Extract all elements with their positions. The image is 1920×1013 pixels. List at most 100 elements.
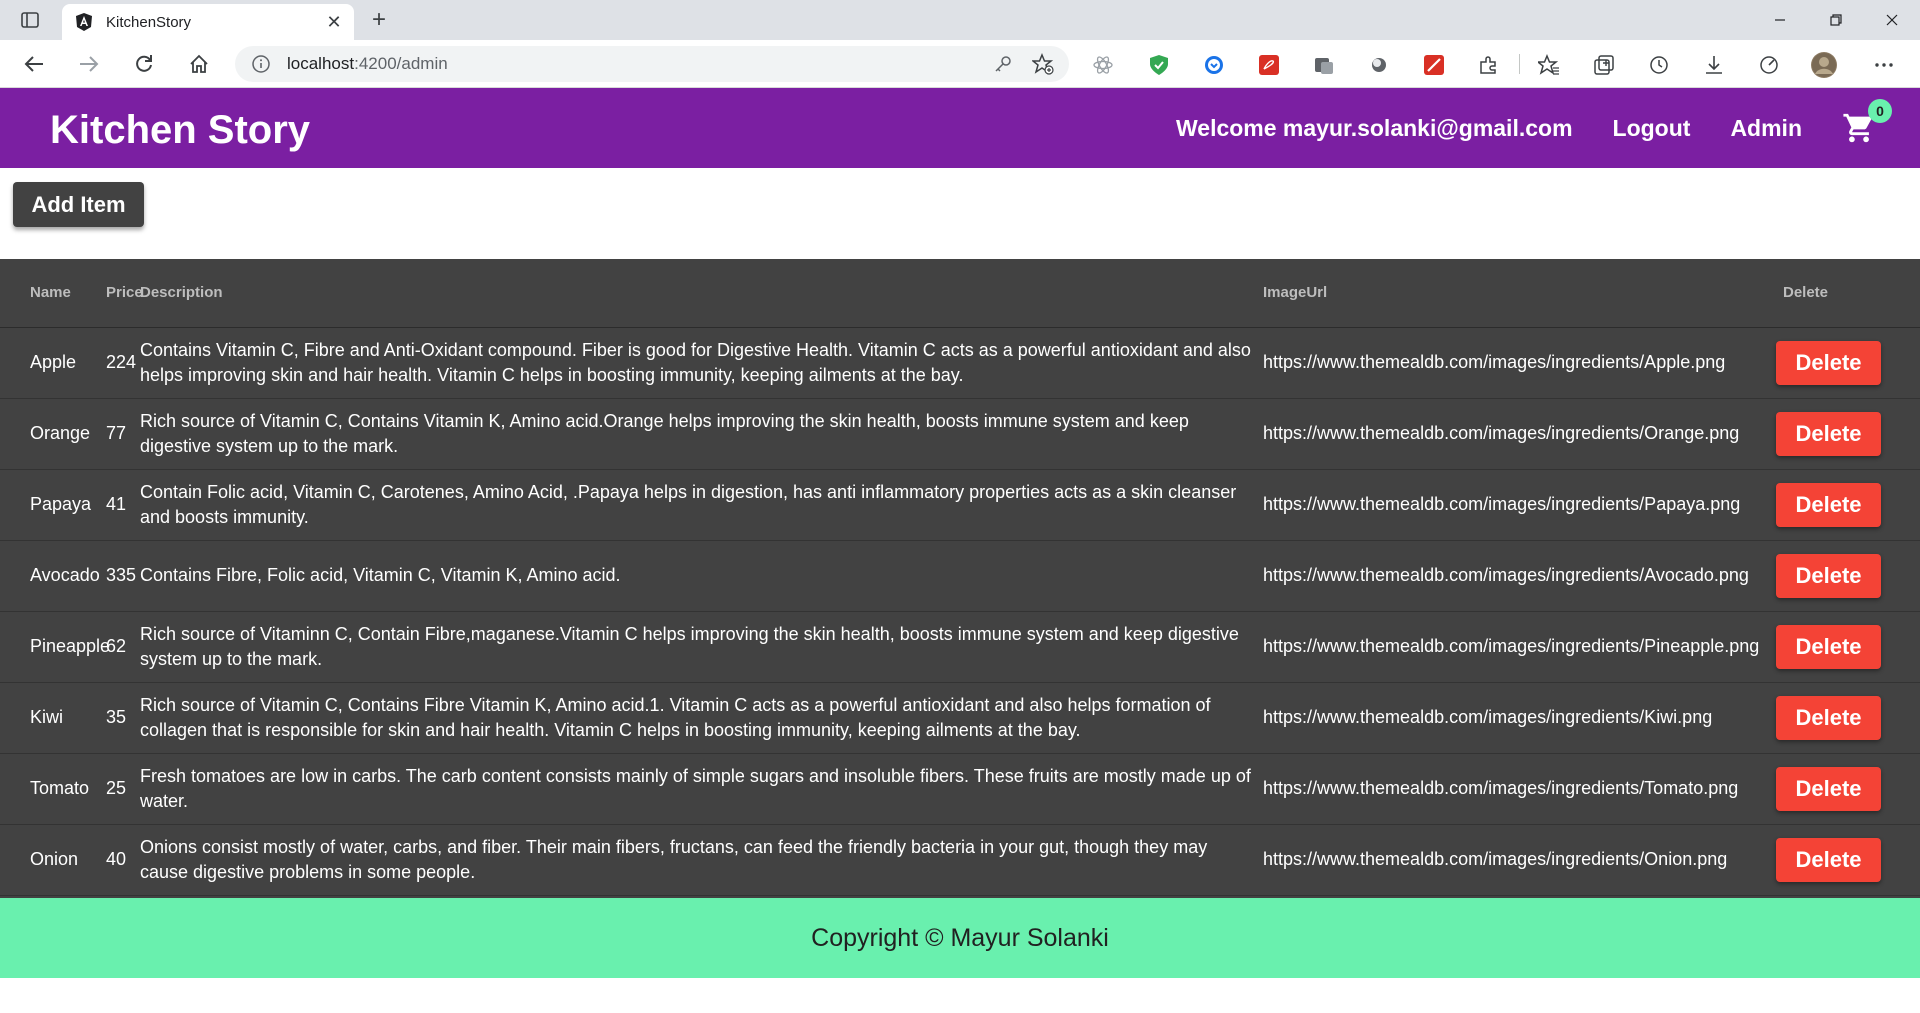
item-description: Contains Fibre, Folic acid, Vitamin C, V… [140, 565, 621, 585]
pdf-icon[interactable] [1256, 52, 1282, 78]
performance-icon[interactable] [1756, 52, 1782, 78]
browser-tab[interactable]: KitchenStory ✕ [62, 4, 354, 40]
item-image-url: https://www.themealdb.com/images/ingredi… [1263, 494, 1741, 514]
address-bar[interactable]: localhost:4200/admin [235, 46, 1069, 82]
item-description: Rich source of Vitaminn C, Contain Fibre… [140, 623, 1239, 669]
tab-actions-icon[interactable] [12, 8, 48, 32]
history-icon[interactable] [1646, 52, 1672, 78]
items-table-container: Name Price Description ImageUrl Delete A… [0, 259, 1920, 898]
delete-cell: Delete [1772, 611, 1920, 682]
back-arrow-icon[interactable] [16, 48, 52, 80]
item-price: 335 [106, 565, 137, 585]
table-row: Avocado 335 Contains Fibre, Folic acid, Vi… [0, 540, 1920, 611]
delete-cell: Delete [1772, 540, 1920, 611]
logout-link[interactable]: Logout [1613, 115, 1691, 142]
download-manager-icon[interactable] [1201, 52, 1227, 78]
items-table: Name Price Description ImageUrl Delete A… [0, 259, 1920, 896]
delete-button[interactable]: Delete [1776, 766, 1881, 811]
item-image-url: https://www.themealdb.com/images/ingredi… [1263, 849, 1728, 869]
browser-toolbar: localhost:4200/admin [0, 40, 1920, 88]
collections-icon[interactable] [1591, 52, 1617, 78]
item-price: 25 [106, 778, 127, 798]
table-row: Onion 40 Onions consist mostly of water, c… [0, 824, 1920, 895]
home-icon[interactable] [181, 48, 217, 80]
item-description: Fresh tomatoes are low in carbs. The car… [140, 765, 1251, 811]
more-menu-icon[interactable] [1871, 52, 1897, 78]
admin-link[interactable]: Admin [1730, 115, 1802, 142]
item-description: Rich source of Vitamin C, Contains Vitam… [140, 410, 1189, 456]
item-name: Orange [30, 423, 91, 443]
item-description: Contains Vitamin C, Fibre and Anti-Oxida… [140, 339, 1251, 385]
key-icon[interactable] [989, 50, 1017, 78]
delete-cell: Delete [1772, 469, 1920, 540]
minimize-window-button[interactable] [1752, 0, 1808, 40]
item-name: Apple [30, 352, 77, 372]
delete-cell: Delete [1772, 327, 1920, 398]
column-header-image-url: ImageUrl [1263, 259, 1772, 328]
table-row: Tomato 25 Fresh tomatoes are low in carbs.… [0, 753, 1920, 824]
table-header-row: Name Price Description ImageUrl Delete [0, 259, 1920, 328]
restore-window-button[interactable] [1808, 0, 1864, 40]
delete-cell: Delete [1772, 753, 1920, 824]
delete-cell: Delete [1772, 824, 1920, 895]
table-row: Papaya 41 Contain Folic acid, Vitamin C, C… [0, 469, 1920, 540]
red-tool-icon[interactable] [1421, 52, 1447, 78]
extensions-puzzle-icon[interactable] [1476, 52, 1502, 78]
column-header-description: Description [140, 259, 1263, 328]
item-name: Avocado [30, 565, 100, 585]
circle-extension-icon[interactable] [1366, 52, 1392, 78]
angular-favicon-icon [76, 13, 92, 31]
item-name: Onion [30, 849, 79, 869]
browser-tab-strip: KitchenStory ✕ + [0, 0, 1920, 40]
cart-count-badge: 0 [1868, 99, 1892, 123]
table-row: Kiwi 35 Rich source of Vitamin C, Contains… [0, 682, 1920, 753]
delete-button[interactable]: Delete [1776, 624, 1881, 669]
item-image-url: https://www.themealdb.com/images/ingredi… [1263, 707, 1713, 727]
brand-title[interactable]: Kitchen Story [50, 108, 310, 153]
item-price: 40 [106, 849, 127, 869]
item-image-url: https://www.themealdb.com/images/ingredi… [1263, 352, 1726, 372]
delete-button[interactable]: Delete [1776, 553, 1881, 598]
profile-avatar[interactable] [1811, 52, 1837, 78]
item-description: Rich source of Vitamin C, Contains Fibre… [140, 694, 1211, 740]
delete-cell: Delete [1772, 682, 1920, 753]
downloads-icon[interactable] [1701, 52, 1727, 78]
add-item-button[interactable]: Add Item [13, 182, 144, 227]
app-header: Kitchen Story Welcome mayur.solanki@gmai… [0, 88, 1920, 168]
item-image-url: https://www.themealdb.com/images/ingredi… [1263, 565, 1749, 585]
column-header-price: Price [106, 259, 143, 328]
close-tab-icon[interactable]: ✕ [320, 8, 348, 36]
tab-title: KitchenStory [106, 13, 192, 31]
forward-arrow-icon[interactable] [71, 48, 107, 80]
extension-gray-icon[interactable] [1311, 52, 1337, 78]
item-image-url: https://www.themealdb.com/images/ingredi… [1263, 423, 1740, 443]
cart-button[interactable]: 0 [1842, 99, 1892, 145]
item-name: Papaya [30, 494, 92, 514]
welcome-text: Welcome mayur.solanki@gmail.com [1175, 114, 1573, 141]
shield-check-icon[interactable] [1146, 52, 1172, 78]
footer: Copyright © Mayur Solanki [0, 898, 1920, 978]
url-path: :4200/admin [354, 54, 448, 73]
item-name: Tomato [30, 778, 90, 798]
reload-icon[interactable] [126, 48, 162, 80]
item-price: 35 [106, 707, 127, 727]
column-header-delete-label: Delete [1783, 284, 1829, 302]
item-description: Onions consist mostly of water, carbs, a… [140, 836, 1208, 882]
new-tab-button[interactable]: + [364, 6, 394, 34]
favorites-icon[interactable] [1536, 52, 1562, 78]
column-header-delete: Delete [1772, 259, 1920, 328]
delete-button[interactable]: Delete [1776, 340, 1881, 385]
item-price: 224 [106, 352, 137, 372]
site-info-icon[interactable] [249, 52, 273, 76]
close-window-button[interactable] [1864, 0, 1920, 40]
react-devtools-icon[interactable] [1090, 52, 1116, 78]
add-favorite-icon[interactable] [1029, 50, 1057, 78]
item-image-url: https://www.themealdb.com/images/ingredi… [1263, 778, 1739, 798]
table-row: Apple 224 Contains Vitamin C, Fibre and An… [0, 327, 1920, 398]
delete-button[interactable]: Delete [1776, 482, 1881, 527]
delete-button[interactable]: Delete [1776, 837, 1881, 882]
item-name: Kiwi [30, 707, 64, 727]
item-name: Pineapple [30, 636, 111, 656]
delete-button[interactable]: Delete [1776, 411, 1881, 456]
delete-button[interactable]: Delete [1776, 695, 1881, 740]
